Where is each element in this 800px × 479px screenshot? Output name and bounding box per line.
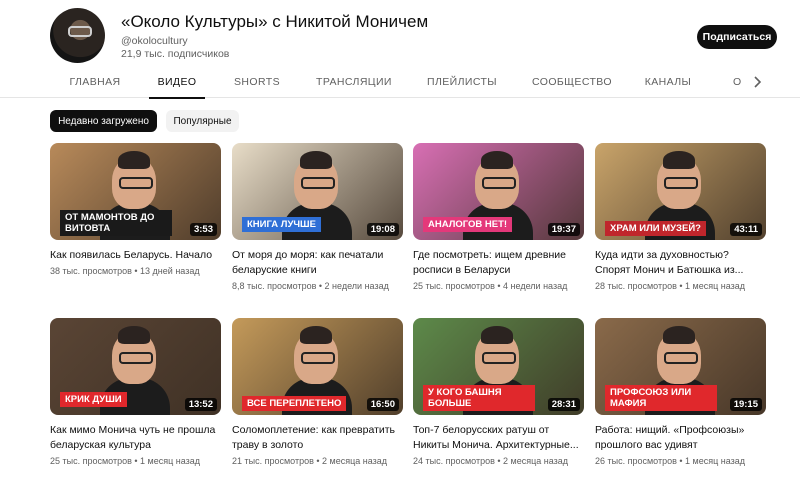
thumbnail-face (475, 326, 519, 384)
video-duration: 19:37 (547, 223, 580, 236)
thumbnail-badge: ВСЕ ПЕРЕПЛЕТЕНО (242, 396, 347, 411)
video-thumbnail[interactable]: ОТ МАМОНТОВ ДО ВИТОВТА 3:53 (50, 143, 221, 240)
video-thumbnail[interactable]: АНАЛОГОВ НЕТ! 19:37 (413, 143, 584, 240)
thumbnail-badge: У КОГО БАШНЯ БОЛЬШЕ (423, 385, 535, 411)
tab-playlists[interactable]: ПЛЕЙЛИСТЫ (427, 68, 497, 98)
video-meta: 21 тыс. просмотров • 2 месяца назад (232, 456, 388, 466)
video-card[interactable]: ПРОФСОЮЗ ИЛИ МАФИЯ 19:15 Работа: нищий. «П… (595, 318, 767, 466)
tab-videos[interactable]: ВИДЕО (149, 68, 205, 99)
thumbnail-badge: ОТ МАМОНТОВ ДО ВИТОВТА (60, 210, 172, 236)
video-duration: 43:11 (730, 223, 762, 236)
video-thumbnail[interactable]: У КОГО БАШНЯ БОЛЬШЕ 28:31 (413, 318, 584, 415)
subscriber-count: 21,9 тыс. подписчиков (121, 48, 230, 60)
tab-community[interactable]: СООБЩЕСТВО (532, 68, 612, 98)
video-card[interactable]: КРИК ДУШИ 13:52 Как мимо Монича чуть не пр… (50, 318, 222, 466)
video-card[interactable]: У КОГО БАШНЯ БОЛЬШЕ 28:31 Топ-7 белорусски… (413, 318, 585, 466)
video-title[interactable]: Соломоплетение: как превратить траву в з… (232, 423, 404, 453)
channel-handle: @okoloculturу (121, 35, 188, 47)
video-thumbnail[interactable]: ПРОФСОЮЗ ИЛИ МАФИЯ 19:15 (595, 318, 766, 415)
tab-live[interactable]: ТРАНСЛЯЦИИ (316, 68, 391, 98)
video-card[interactable]: АНАЛОГОВ НЕТ! 19:37 Где посмотреть: ищем д… (413, 143, 585, 291)
video-meta: 26 тыс. просмотров • 1 месяц назад (595, 456, 746, 466)
video-duration: 16:50 (366, 398, 399, 411)
video-duration: 28:31 (547, 398, 580, 411)
video-title[interactable]: Работа: нищий. «Профсоюзы» прошлого вас … (595, 423, 767, 453)
video-duration: 19:15 (729, 398, 762, 411)
video-title[interactable]: От моря до моря: как печатали беларуские… (232, 248, 404, 278)
thumbnail-badge: ХРАМ ИЛИ МУЗЕЙ? (605, 221, 706, 236)
video-title[interactable]: Как мимо Монича чуть не прошла беларуска… (50, 423, 222, 453)
thumbnail-face (294, 326, 338, 384)
video-meta: 24 тыс. просмотров • 2 месяца назад (413, 456, 569, 466)
filter-chip-popular[interactable]: Популярные (166, 110, 239, 132)
video-meta: 8,8 тыс. просмотров • 2 недели назад (232, 281, 389, 291)
video-thumbnail[interactable]: ХРАМ ИЛИ МУЗЕЙ? 43:11 (595, 143, 766, 240)
video-title[interactable]: Топ-7 белорусских ратуш от Никиты Монича… (413, 423, 585, 453)
thumbnail-badge: КНИГА ЛУЧШЕ (242, 217, 321, 232)
tab-shorts[interactable]: SHORTS (234, 68, 280, 98)
subscribe-button[interactable]: Подписаться (697, 25, 777, 49)
video-card[interactable]: КНИГА ЛУЧШЕ 19:08 От моря до моря: как печ… (232, 143, 404, 291)
thumbnail-face (657, 151, 701, 209)
tab-channels[interactable]: КАНАЛЫ (643, 68, 693, 98)
chevron-right-icon[interactable] (746, 74, 768, 92)
channel-title: «Около Культуры» с Никитой Моничем (121, 12, 429, 31)
thumbnail-face (657, 326, 701, 384)
video-duration: 19:08 (366, 223, 399, 236)
video-meta: 38 тыс. просмотров • 13 дней назад (50, 266, 200, 276)
thumbnail-face (294, 151, 338, 209)
video-title[interactable]: Как появилась Беларусь. Начало (50, 248, 222, 263)
video-title[interactable]: Куда идти за духовностью? Спорят Монич и… (595, 248, 767, 278)
video-thumbnail[interactable]: ВСЕ ПЕРЕПЛЕТЕНО 16:50 (232, 318, 403, 415)
tab-about[interactable]: О (733, 68, 743, 98)
thumbnail-badge: КРИК ДУШИ (60, 392, 127, 407)
video-meta: 25 тыс. просмотров • 1 месяц назад (50, 456, 201, 466)
channel-avatar[interactable] (50, 8, 105, 63)
video-card[interactable]: ВСЕ ПЕРЕПЛЕТЕНО 16:50 Соломоплетение: как … (232, 318, 404, 466)
video-meta: 28 тыс. просмотров • 1 месяц назад (595, 281, 746, 291)
thumbnail-badge: АНАЛОГОВ НЕТ! (423, 217, 513, 232)
video-duration: 3:53 (189, 223, 217, 236)
video-thumbnail[interactable]: КНИГА ЛУЧШЕ 19:08 (232, 143, 403, 240)
channel-tabs: ГЛАВНАЯ ВИДЕО SHORTS ТРАНСЛЯЦИИ ПЛЕЙЛИСТ… (0, 68, 800, 99)
video-thumbnail[interactable]: КРИК ДУШИ 13:52 (50, 318, 221, 415)
thumbnail-badge: ПРОФСОЮЗ ИЛИ МАФИЯ (605, 385, 717, 411)
thumbnail-face (475, 151, 519, 209)
video-card[interactable]: ОТ МАМОНТОВ ДО ВИТОВТА 3:53 Как появилась … (50, 143, 222, 276)
video-title[interactable]: Где посмотреть: ищем древние росписи в Б… (413, 248, 585, 278)
video-meta: 25 тыс. просмотров • 4 недели назад (413, 281, 568, 291)
tab-home[interactable]: ГЛАВНАЯ (68, 68, 122, 98)
video-card[interactable]: ХРАМ ИЛИ МУЗЕЙ? 43:11 Куда идти за духовно… (595, 143, 767, 291)
video-duration: 13:52 (184, 398, 217, 411)
thumbnail-face (112, 151, 156, 209)
filter-chip-recent[interactable]: Недавно загружено (50, 110, 157, 132)
channel-header: «Около Культуры» с Никитой Моничем @okol… (0, 0, 800, 68)
thumbnail-face (112, 326, 156, 384)
